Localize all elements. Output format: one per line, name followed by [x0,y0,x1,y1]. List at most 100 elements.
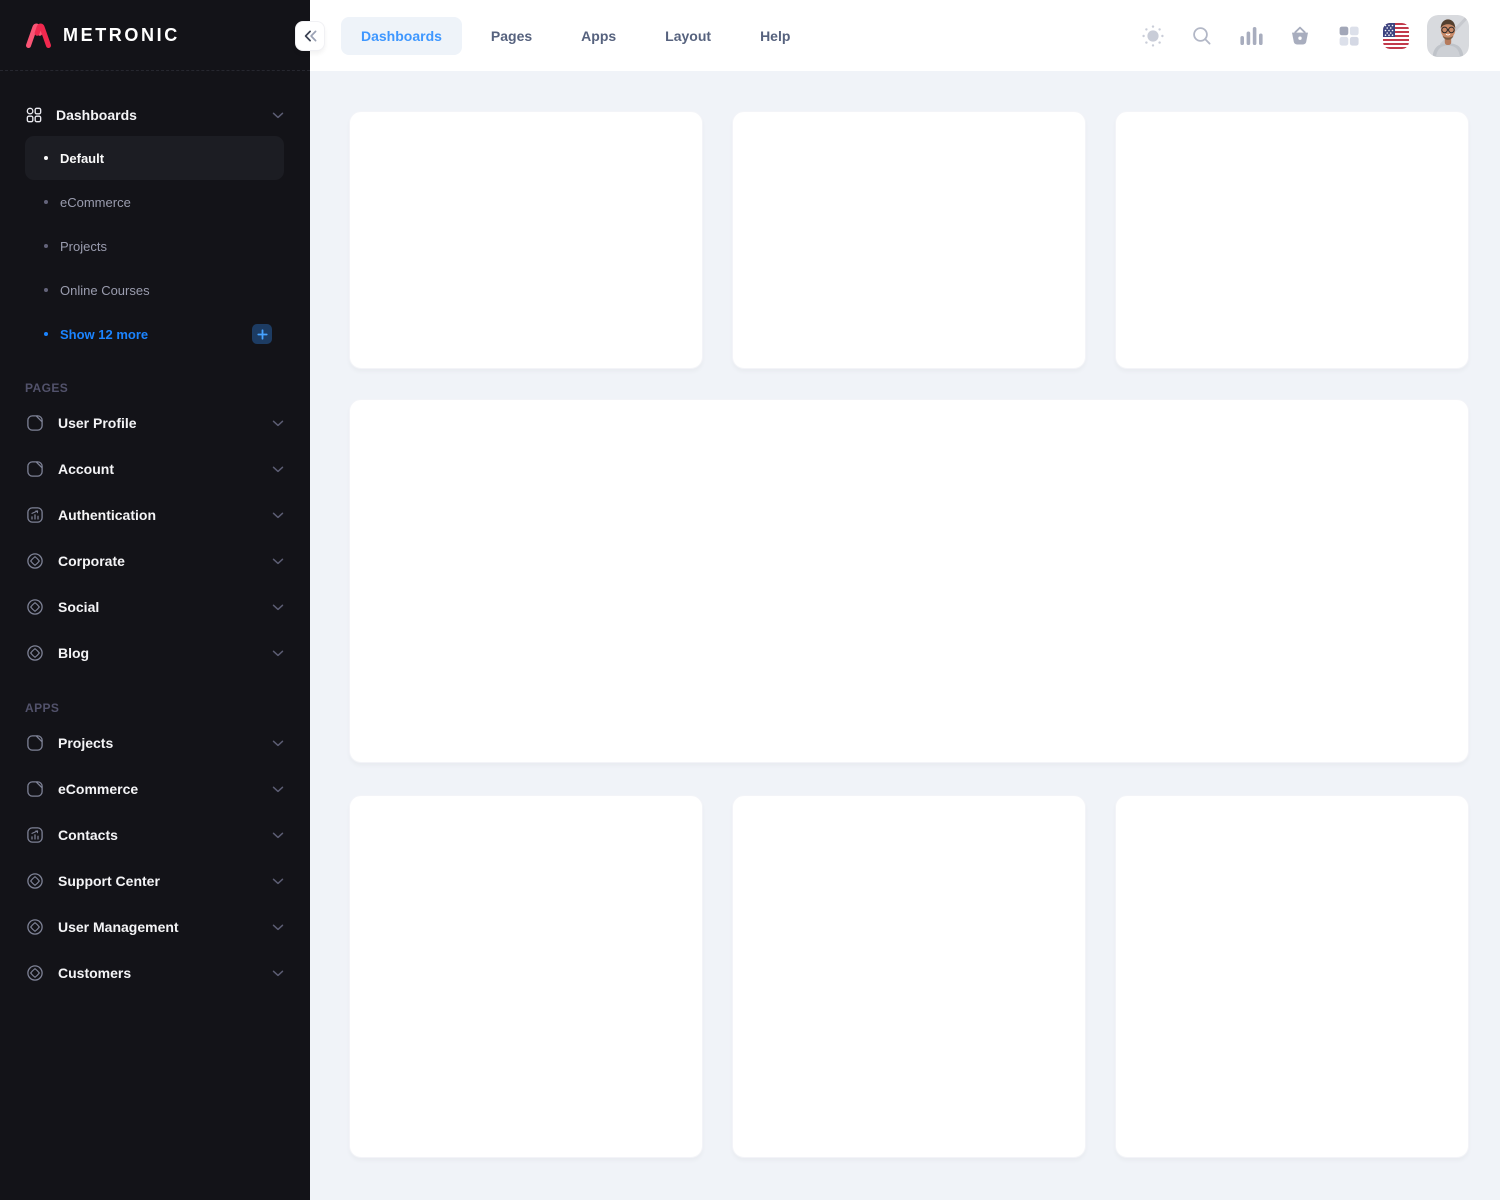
placeholder-card [349,795,703,1158]
nav-item-help[interactable]: Help [740,17,810,55]
sidebar-item-label: Contacts [58,827,259,843]
sidebar-item-label: Corporate [58,553,259,569]
bullet-dot [44,200,48,204]
document-icon [25,779,45,799]
submenu-item-label: Projects [60,239,272,254]
chart-square-icon [25,505,45,525]
submenu-item-label: Online Courses [60,283,272,298]
sidebar-item-label: eCommerce [58,781,259,797]
sidebar-item-corporate[interactable]: Corporate [25,538,284,584]
chevron-down-icon [272,650,284,657]
sidebar-item-label: Customers [58,965,259,981]
search-icon [1190,24,1214,48]
nav-item-apps[interactable]: Apps [561,17,636,55]
chevron-down-icon [272,466,284,473]
chevron-down-icon [272,878,284,885]
apps-launcher-button[interactable] [1332,19,1366,53]
placeholder-card [1115,795,1469,1158]
dashboard-content [310,71,1500,1200]
sidebar: METRONIC [0,0,310,1200]
chevron-down-icon [272,832,284,839]
submenu-item-online-courses[interactable]: Online Courses [25,268,284,312]
submenu-item-projects[interactable]: Projects [25,224,284,268]
sidebar-item-ecommerce-app[interactable]: eCommerce [25,766,284,812]
sidebar-item-user-profile[interactable]: User Profile [25,400,284,446]
flag-us-icon [1383,23,1409,49]
bullet-dot [44,156,48,160]
chevron-down-icon [272,512,284,519]
submenu-item-label: Default [60,151,272,166]
topbar-actions [1136,15,1469,57]
user-avatar[interactable] [1427,15,1469,57]
sidebar-item-label: Blog [58,645,259,661]
sidebar-item-label: Dashboards [56,107,259,123]
submenu-item-show-more[interactable]: Show 12 more [25,312,284,356]
chevron-down-icon [272,786,284,793]
section-heading-apps: APPS [25,701,284,715]
search-button[interactable] [1185,19,1219,53]
ball-icon [25,551,45,571]
sidebar-collapse-button[interactable] [295,21,325,51]
dashboards-submenu: Default eCommerce Projects Online Course… [25,136,284,356]
placeholder-card [1115,111,1469,369]
sidebar-item-blog[interactable]: Blog [25,630,284,676]
theme-toggle-button[interactable] [1136,19,1170,53]
chart-square-icon [25,825,45,845]
submenu-item-default[interactable]: Default [25,136,284,180]
apps-grid-icon [1337,24,1361,48]
ball-icon [25,643,45,663]
sidebar-item-label: Support Center [58,873,259,889]
sidebar-item-label: Authentication [58,507,259,523]
chevron-down-icon [272,112,284,119]
topbar-nav: Dashboards Pages Apps Layout Help [341,17,810,55]
nav-item-layout[interactable]: Layout [645,17,731,55]
sidebar-item-label: Projects [58,735,259,751]
sidebar-item-dashboards[interactable]: Dashboards [25,100,284,130]
stats-button[interactable] [1234,19,1268,53]
submenu-item-ecommerce[interactable]: eCommerce [25,180,284,224]
ball-icon [25,917,45,937]
plus-icon[interactable] [252,324,272,344]
chevron-down-icon [272,924,284,931]
placeholder-card-wide [349,399,1469,763]
card-row-bottom [349,795,1469,1158]
nav-item-pages[interactable]: Pages [471,17,552,55]
sidebar-item-label: Social [58,599,259,615]
sidebar-item-contacts[interactable]: Contacts [25,812,284,858]
sidebar-item-account[interactable]: Account [25,446,284,492]
brand-name: METRONIC [63,25,180,46]
sidebar-item-label: User Management [58,919,259,935]
card-row-top [349,111,1469,369]
sidebar-item-authentication[interactable]: Authentication [25,492,284,538]
language-button[interactable] [1383,23,1409,49]
chevron-down-icon [272,420,284,427]
main-area: Dashboards Pages Apps Layout Help [310,0,1500,1200]
double-chevron-left-icon [303,30,318,42]
sidebar-item-projects-app[interactable]: Projects [25,720,284,766]
placeholder-card [349,111,703,369]
ball-icon [25,871,45,891]
submenu-item-label: Show 12 more [60,327,252,342]
sidebar-item-user-management[interactable]: User Management [25,904,284,950]
sidebar-nav: Dashboards Default eCommerce Projects [0,71,310,996]
section-heading-pages: PAGES [25,381,284,395]
ball-icon [25,597,45,617]
placeholder-card [732,795,1086,1158]
sidebar-item-social[interactable]: Social [25,584,284,630]
app-root: METRONIC [0,0,1500,1200]
sidebar-item-label: User Profile [58,415,259,431]
submenu-item-label: eCommerce [60,195,272,210]
nav-item-dashboards[interactable]: Dashboards [341,17,462,55]
sidebar-item-support-center[interactable]: Support Center [25,858,284,904]
sidebar-item-label: Account [58,461,259,477]
metronic-logo-icon [25,22,52,49]
brand-logo[interactable]: METRONIC [25,22,180,49]
document-icon [25,413,45,433]
chevron-down-icon [272,740,284,747]
bullet-dot [44,244,48,248]
document-icon [25,733,45,753]
chevron-down-icon [272,970,284,977]
chevron-down-icon [272,604,284,611]
sidebar-item-customers[interactable]: Customers [25,950,284,996]
cart-button[interactable] [1283,19,1317,53]
